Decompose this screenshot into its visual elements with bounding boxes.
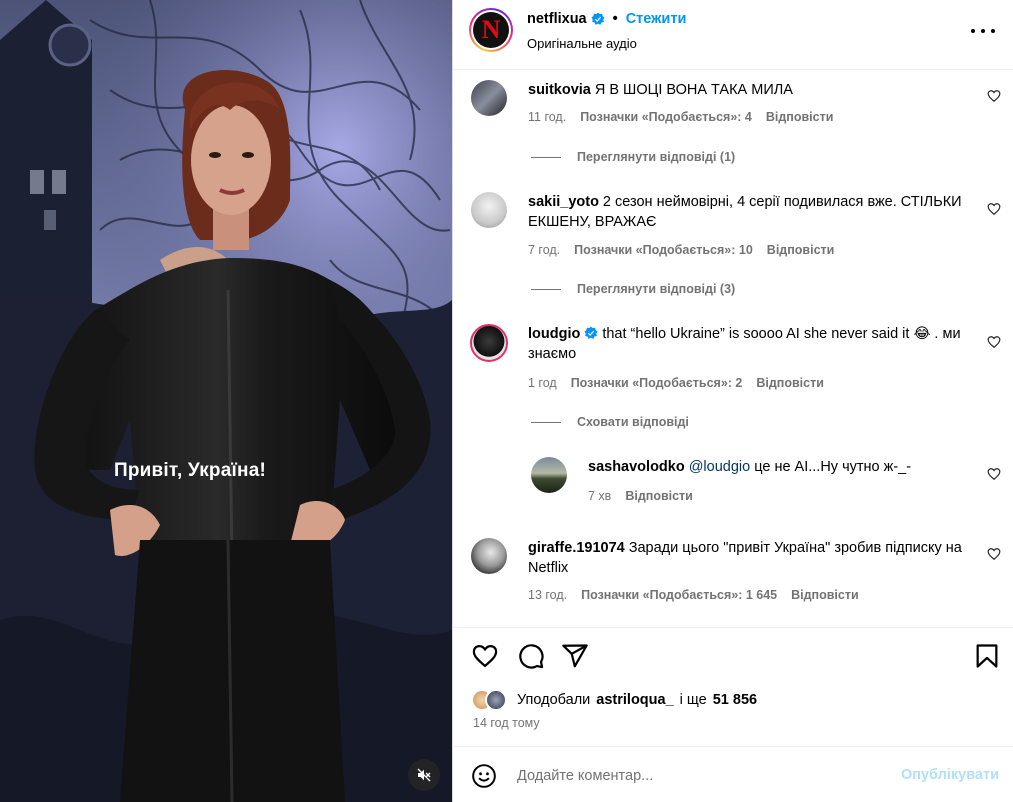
verified-badge-icon: [584, 326, 598, 339]
heart-icon[interactable]: [987, 202, 1001, 216]
heart-icon[interactable]: [987, 335, 1001, 349]
comments-list[interactable]: suitkovia Я В ШОЦІ ВОНА ТАКА МИЛА 11 год.…: [453, 70, 1013, 628]
video-player[interactable]: Привіт, Україна!: [0, 0, 452, 802]
share-paper-plane-icon[interactable]: [561, 642, 589, 670]
more-options-icon[interactable]: [971, 22, 995, 40]
original-audio-link[interactable]: Оригінальне аудіо: [527, 36, 637, 51]
reply-time: 7 хв: [588, 489, 612, 503]
reply-button[interactable]: Відповісти: [756, 376, 824, 390]
reply-button[interactable]: Відповісти: [766, 110, 834, 124]
comment-username[interactable]: sakii_yoto: [528, 194, 599, 210]
avatar[interactable]: [531, 457, 567, 493]
avatar[interactable]: [470, 324, 508, 362]
view-replies-button[interactable]: Переглянути відповіді (3): [531, 282, 735, 296]
reply-username[interactable]: sashavolodko: [588, 459, 685, 475]
comment-username[interactable]: giraffe.191074: [528, 540, 625, 556]
mention-link[interactable]: @loudgio: [689, 459, 750, 475]
add-comment-bar: Опублікувати: [453, 746, 1013, 802]
bookmark-icon[interactable]: [973, 642, 1001, 670]
comment-time: 1 год: [528, 376, 557, 390]
likes-conj: і ще: [679, 692, 707, 708]
speaker-muted-icon: [417, 768, 431, 782]
avatar[interactable]: [485, 689, 507, 711]
comment-likes-count[interactable]: Позначки «Подобається»: 10: [574, 243, 753, 257]
verified-badge-icon: [591, 12, 605, 25]
view-replies-button[interactable]: Переглянути відповіді (1): [531, 150, 735, 164]
liker-username[interactable]: astriloqua_: [596, 692, 673, 708]
comment-time: 11 год.: [528, 110, 567, 124]
post-header: N netflixua • Стежити Оригінальне аудіо: [453, 0, 1013, 70]
likes-count[interactable]: 51 856: [713, 692, 757, 708]
comment-username[interactable]: loudgio: [528, 326, 580, 342]
comment-time: 13 год.: [528, 588, 568, 602]
avatar[interactable]: [471, 538, 507, 574]
comment-likes-count[interactable]: Позначки «Подобається»: 2: [571, 376, 743, 390]
follow-button[interactable]: Стежити: [626, 11, 687, 27]
post-timestamp: 14 год тому: [473, 716, 540, 730]
avatar[interactable]: [471, 192, 507, 228]
separator-dot: •: [612, 11, 618, 27]
comment-likes-count[interactable]: Позначки «Подобається»: 4: [580, 110, 752, 124]
post-author-username[interactable]: netflixua: [527, 11, 587, 27]
hide-replies-button[interactable]: Сховати відповіді: [531, 415, 689, 429]
reply-button[interactable]: Відповісти: [791, 588, 859, 602]
comment-likes-count[interactable]: Позначки «Подобається»: 1 645: [581, 588, 777, 602]
comment-username[interactable]: suitkovia: [528, 82, 591, 98]
heart-icon[interactable]: [987, 89, 1001, 103]
post-actions: [453, 642, 1013, 674]
reply-button[interactable]: Відповісти: [625, 489, 693, 503]
publish-button[interactable]: Опублікувати: [901, 767, 999, 783]
reply-text: це не AI...Ну чутно ж-_-: [754, 459, 912, 475]
comment-bubble-icon[interactable]: [517, 642, 545, 670]
comment-time: 7 год.: [528, 243, 561, 257]
comment-text: Я В ШОЦІ ВОНА ТАКА МИЛА: [594, 82, 793, 98]
avatar[interactable]: [471, 80, 507, 116]
likes-summary: Уподобали astriloqua_ і ще 51 856: [471, 689, 757, 711]
video-frame: [0, 0, 452, 802]
video-caption: Привіт, Україна!: [113, 460, 267, 481]
netflix-logo: N: [473, 12, 509, 48]
heart-icon[interactable]: [987, 467, 1001, 481]
profile-avatar[interactable]: N: [469, 8, 513, 52]
heart-icon[interactable]: [471, 642, 499, 670]
clock-tower: [0, 0, 92, 320]
comment-input[interactable]: [517, 765, 877, 787]
post-panel: N netflixua • Стежити Оригінальне аудіо …: [453, 0, 1013, 802]
mute-toggle-button[interactable]: [408, 759, 440, 791]
likes-prefix: Уподобали: [517, 692, 591, 708]
heart-icon[interactable]: [987, 547, 1001, 561]
smiley-icon[interactable]: [471, 763, 497, 789]
reply-button[interactable]: Відповісти: [767, 243, 835, 257]
